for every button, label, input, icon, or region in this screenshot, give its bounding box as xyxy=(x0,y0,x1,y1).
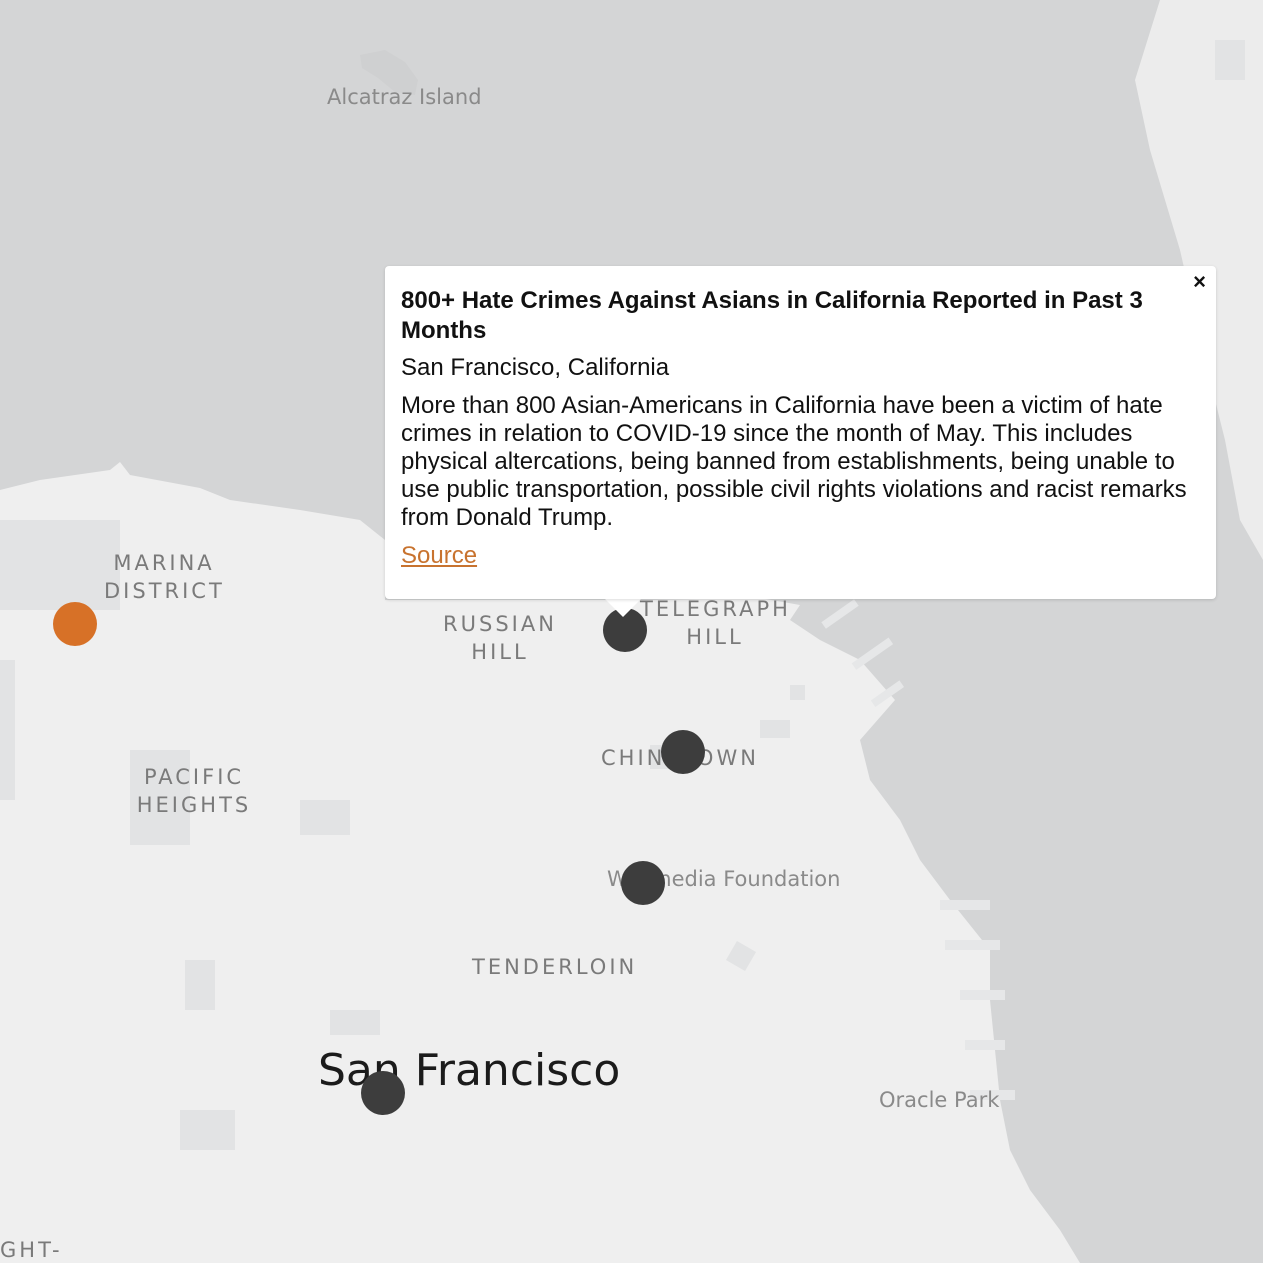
info-popup: × 800+ Hate Crimes Against Asians in Cal… xyxy=(385,266,1216,599)
popup-location: San Francisco, California xyxy=(401,354,670,381)
label-russian-hill: RUSSIAN HILL xyxy=(443,612,557,664)
label-tenderloin: TENDERLOIN xyxy=(472,955,638,979)
map-marker-san-francisco[interactable] xyxy=(361,1071,405,1115)
map-marker-wikimedia[interactable] xyxy=(621,861,665,905)
map-marker-marina[interactable] xyxy=(53,602,97,646)
label-pacific-heights: PACIFIC HEIGHTS xyxy=(136,765,252,817)
map-view[interactable]: Alcatraz Island MARINA DISTRICT RUSSIAN … xyxy=(0,0,1263,1263)
label-telegraph-hill: TELEGRAPH HILL xyxy=(640,597,791,649)
popup-title: 800+ Hate Crimes Against Asians in Calif… xyxy=(401,287,1143,344)
label-haight-fragment: GHT- xyxy=(0,1238,63,1262)
popup-description: More than 800 Asian-Americans in Califor… xyxy=(401,392,1187,531)
label-marina-district: MARINA DISTRICT xyxy=(104,551,225,603)
source-link[interactable]: Source xyxy=(401,542,477,569)
popup-tip xyxy=(605,599,641,617)
close-icon[interactable]: × xyxy=(1193,270,1206,294)
map-marker-chinatown[interactable] xyxy=(661,730,705,774)
label-alcatraz-island: Alcatraz Island xyxy=(327,85,482,109)
label-oracle-park: Oracle Park xyxy=(879,1088,1000,1112)
